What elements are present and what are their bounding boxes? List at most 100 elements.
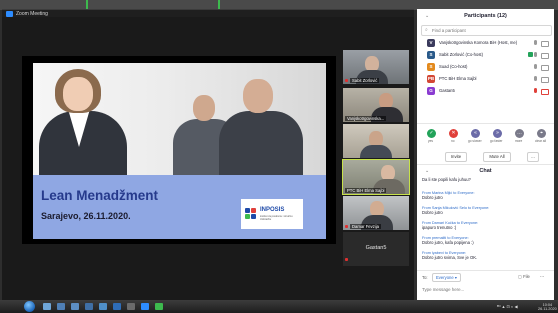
microphone-icon[interactable]	[534, 76, 537, 81]
participant-search-input[interactable]	[432, 26, 542, 35]
participants-title: Participants (12)	[464, 13, 507, 19]
microphone-icon[interactable]	[534, 64, 537, 69]
avatar: S	[427, 63, 435, 71]
chat-text: ipapuro trenutno :)	[422, 225, 457, 230]
taskbar-app-icon[interactable]	[155, 303, 163, 310]
chat-message: Da li ste popili kafu juhuu?	[422, 177, 547, 182]
taskbar-app-icon[interactable]	[71, 303, 79, 310]
video-thumbnail[interactable]: Vanjskotrgovinska...	[343, 88, 409, 122]
video-thumbnail[interactable]	[343, 124, 409, 158]
taskbar-app-icon[interactable]	[113, 303, 121, 310]
reaction-label: go faster	[490, 139, 503, 143]
avatar: G	[427, 87, 435, 95]
chat-text: Dobro jutro	[422, 210, 443, 215]
chat-message: From lyabevi to Everyone: Dobro jutro sv…	[422, 251, 547, 260]
more-options-button[interactable]: ...	[527, 152, 539, 162]
camera-icon[interactable]	[541, 53, 549, 59]
reaction-label: yes	[428, 139, 433, 143]
slide-title: Lean Menadžment	[41, 188, 159, 203]
start-button-icon[interactable]	[24, 301, 35, 312]
video-thumbnail-active-speaker[interactable]: PTC BiH Elma Sajbl	[342, 159, 410, 195]
chat-message: From Sanja Mikulović Selo to Everyone: D…	[422, 206, 547, 215]
camera-off-icon[interactable]	[541, 89, 549, 95]
participant-name: Sabit Zorlović (Co-host)	[439, 52, 483, 57]
participant-name-label: Sabit Zorlović	[350, 78, 380, 83]
taskbar-app-icon[interactable]	[43, 303, 51, 310]
chat-text: Dobro jutro svima, Sve je OK.	[422, 255, 478, 260]
taskbar-app-icon[interactable]	[85, 303, 93, 310]
chat-message: From premaliti to Everyone: Dobro jutro,…	[422, 236, 547, 245]
participant-name: Gastan5	[439, 88, 455, 93]
share-screen-icon	[528, 52, 533, 57]
video-thumbnail[interactable]: Sabit Zorlović	[343, 50, 409, 84]
slide-banner: Lean Menadžment Sarajevo, 26.11.2020. IN…	[33, 175, 326, 239]
mute-all-button[interactable]: Mute All	[483, 152, 511, 162]
chat-title: Chat	[479, 168, 492, 174]
chat-input[interactable]	[422, 284, 548, 294]
file-label: File	[523, 274, 530, 279]
to-label: To:	[422, 275, 428, 280]
chat-compose: To: Everyone ▾ ▢ File ...	[417, 271, 554, 300]
person-figure	[193, 95, 215, 121]
chat-text: Dobro jutro, kafa popijena :)	[422, 240, 474, 245]
taskbar-clock[interactable]: 10:04 26.11.2020	[538, 303, 557, 311]
participant-row[interactable]: S Suad (Co-host)	[417, 62, 554, 72]
fast-forward-icon: »	[493, 129, 502, 138]
person-figure	[219, 111, 303, 175]
chat-more-button[interactable]: ...	[540, 273, 544, 279]
camera-icon[interactable]	[541, 41, 549, 47]
participants-header: ⌄ Participants (12)	[417, 9, 554, 23]
participant-name: Suad (Co-host)	[439, 64, 468, 69]
chat-text: Dobro jutro	[422, 195, 443, 200]
participant-name: Gastan5	[365, 245, 387, 251]
rewind-icon: «	[471, 129, 480, 138]
participant-name-label: Damar Fevzija	[350, 224, 381, 229]
microphone-icon[interactable]	[534, 40, 537, 45]
chat-message: From Damari Kučka to Everyone: ipapuro t…	[422, 221, 547, 230]
divider	[417, 123, 554, 124]
participant-name: PTC BiH Elma Sajbl	[439, 76, 477, 81]
avatar: S	[427, 51, 435, 59]
participant-name-label: Vanjskotrgovinska...	[345, 116, 387, 121]
divider	[417, 164, 554, 165]
participant-row[interactable]: PB PTC BiH Elma Sajbl	[417, 74, 554, 84]
chat-text: Da li ste popili kafu juhuu?	[422, 177, 471, 182]
file-button[interactable]: ▢ File	[518, 274, 530, 279]
inposis-logo: INPOSIS institut za poslovnu i stručnu i…	[241, 199, 303, 229]
search-icon: ⌕	[425, 27, 428, 33]
x-icon: ✕	[449, 129, 458, 138]
participant-search[interactable]: ⌕	[421, 25, 552, 36]
taskbar-app-icon[interactable]	[99, 303, 107, 310]
participant-name: Vanjskotrgovinska Komora BiH (Host, me)	[439, 40, 518, 45]
avatar: V	[427, 39, 435, 47]
check-icon: ✓	[427, 129, 436, 138]
taskbar-app-icon[interactable]	[57, 303, 65, 310]
recipient-select[interactable]: Everyone ▾	[432, 273, 461, 282]
system-tray[interactable]: ᴱᴺ ▲ ⊡ ◐ ◀	[497, 304, 518, 309]
microphone-muted-icon[interactable]	[534, 88, 537, 93]
video-thumbnail-no-video[interactable]: Gastan5	[343, 232, 409, 266]
mic-muted-icon	[345, 79, 348, 82]
clock-date: 26.11.2020	[538, 307, 557, 311]
invite-button[interactable]: Invite	[445, 152, 467, 162]
participant-row[interactable]: S Sabit Zorlović (Co-host)	[417, 50, 554, 60]
microphone-icon[interactable]	[534, 52, 537, 57]
participant-row[interactable]: G Gastan5	[417, 86, 554, 96]
participant-row[interactable]: V Vanjskotrgovinska Komora BiH (Host, me…	[417, 38, 554, 48]
logo-mark-icon	[245, 208, 257, 220]
person-figure	[63, 77, 93, 111]
taskbar-app-icon[interactable]	[127, 303, 135, 310]
camera-icon[interactable]	[541, 77, 549, 83]
side-panel: ⌄ Participants (12) ⌕ V Vanjskotrgovinsk…	[417, 9, 554, 300]
more-icon: …	[515, 129, 524, 138]
participant-name-label: PTC BiH Elma Sajbl	[345, 188, 387, 193]
reaction-label: go slower	[468, 139, 482, 143]
camera-icon[interactable]	[541, 65, 549, 71]
taskbar: ᴱᴺ ▲ ⊡ ◐ ◀ 10:04 26.11.2020	[0, 300, 558, 313]
reaction-label: no	[451, 139, 455, 143]
mic-muted-icon	[345, 258, 348, 261]
person-figure	[243, 79, 273, 113]
video-thumbnail[interactable]: Damar Fevzija	[343, 196, 409, 230]
reaction-label: more	[515, 139, 523, 143]
taskbar-app-icon[interactable]	[141, 303, 149, 310]
